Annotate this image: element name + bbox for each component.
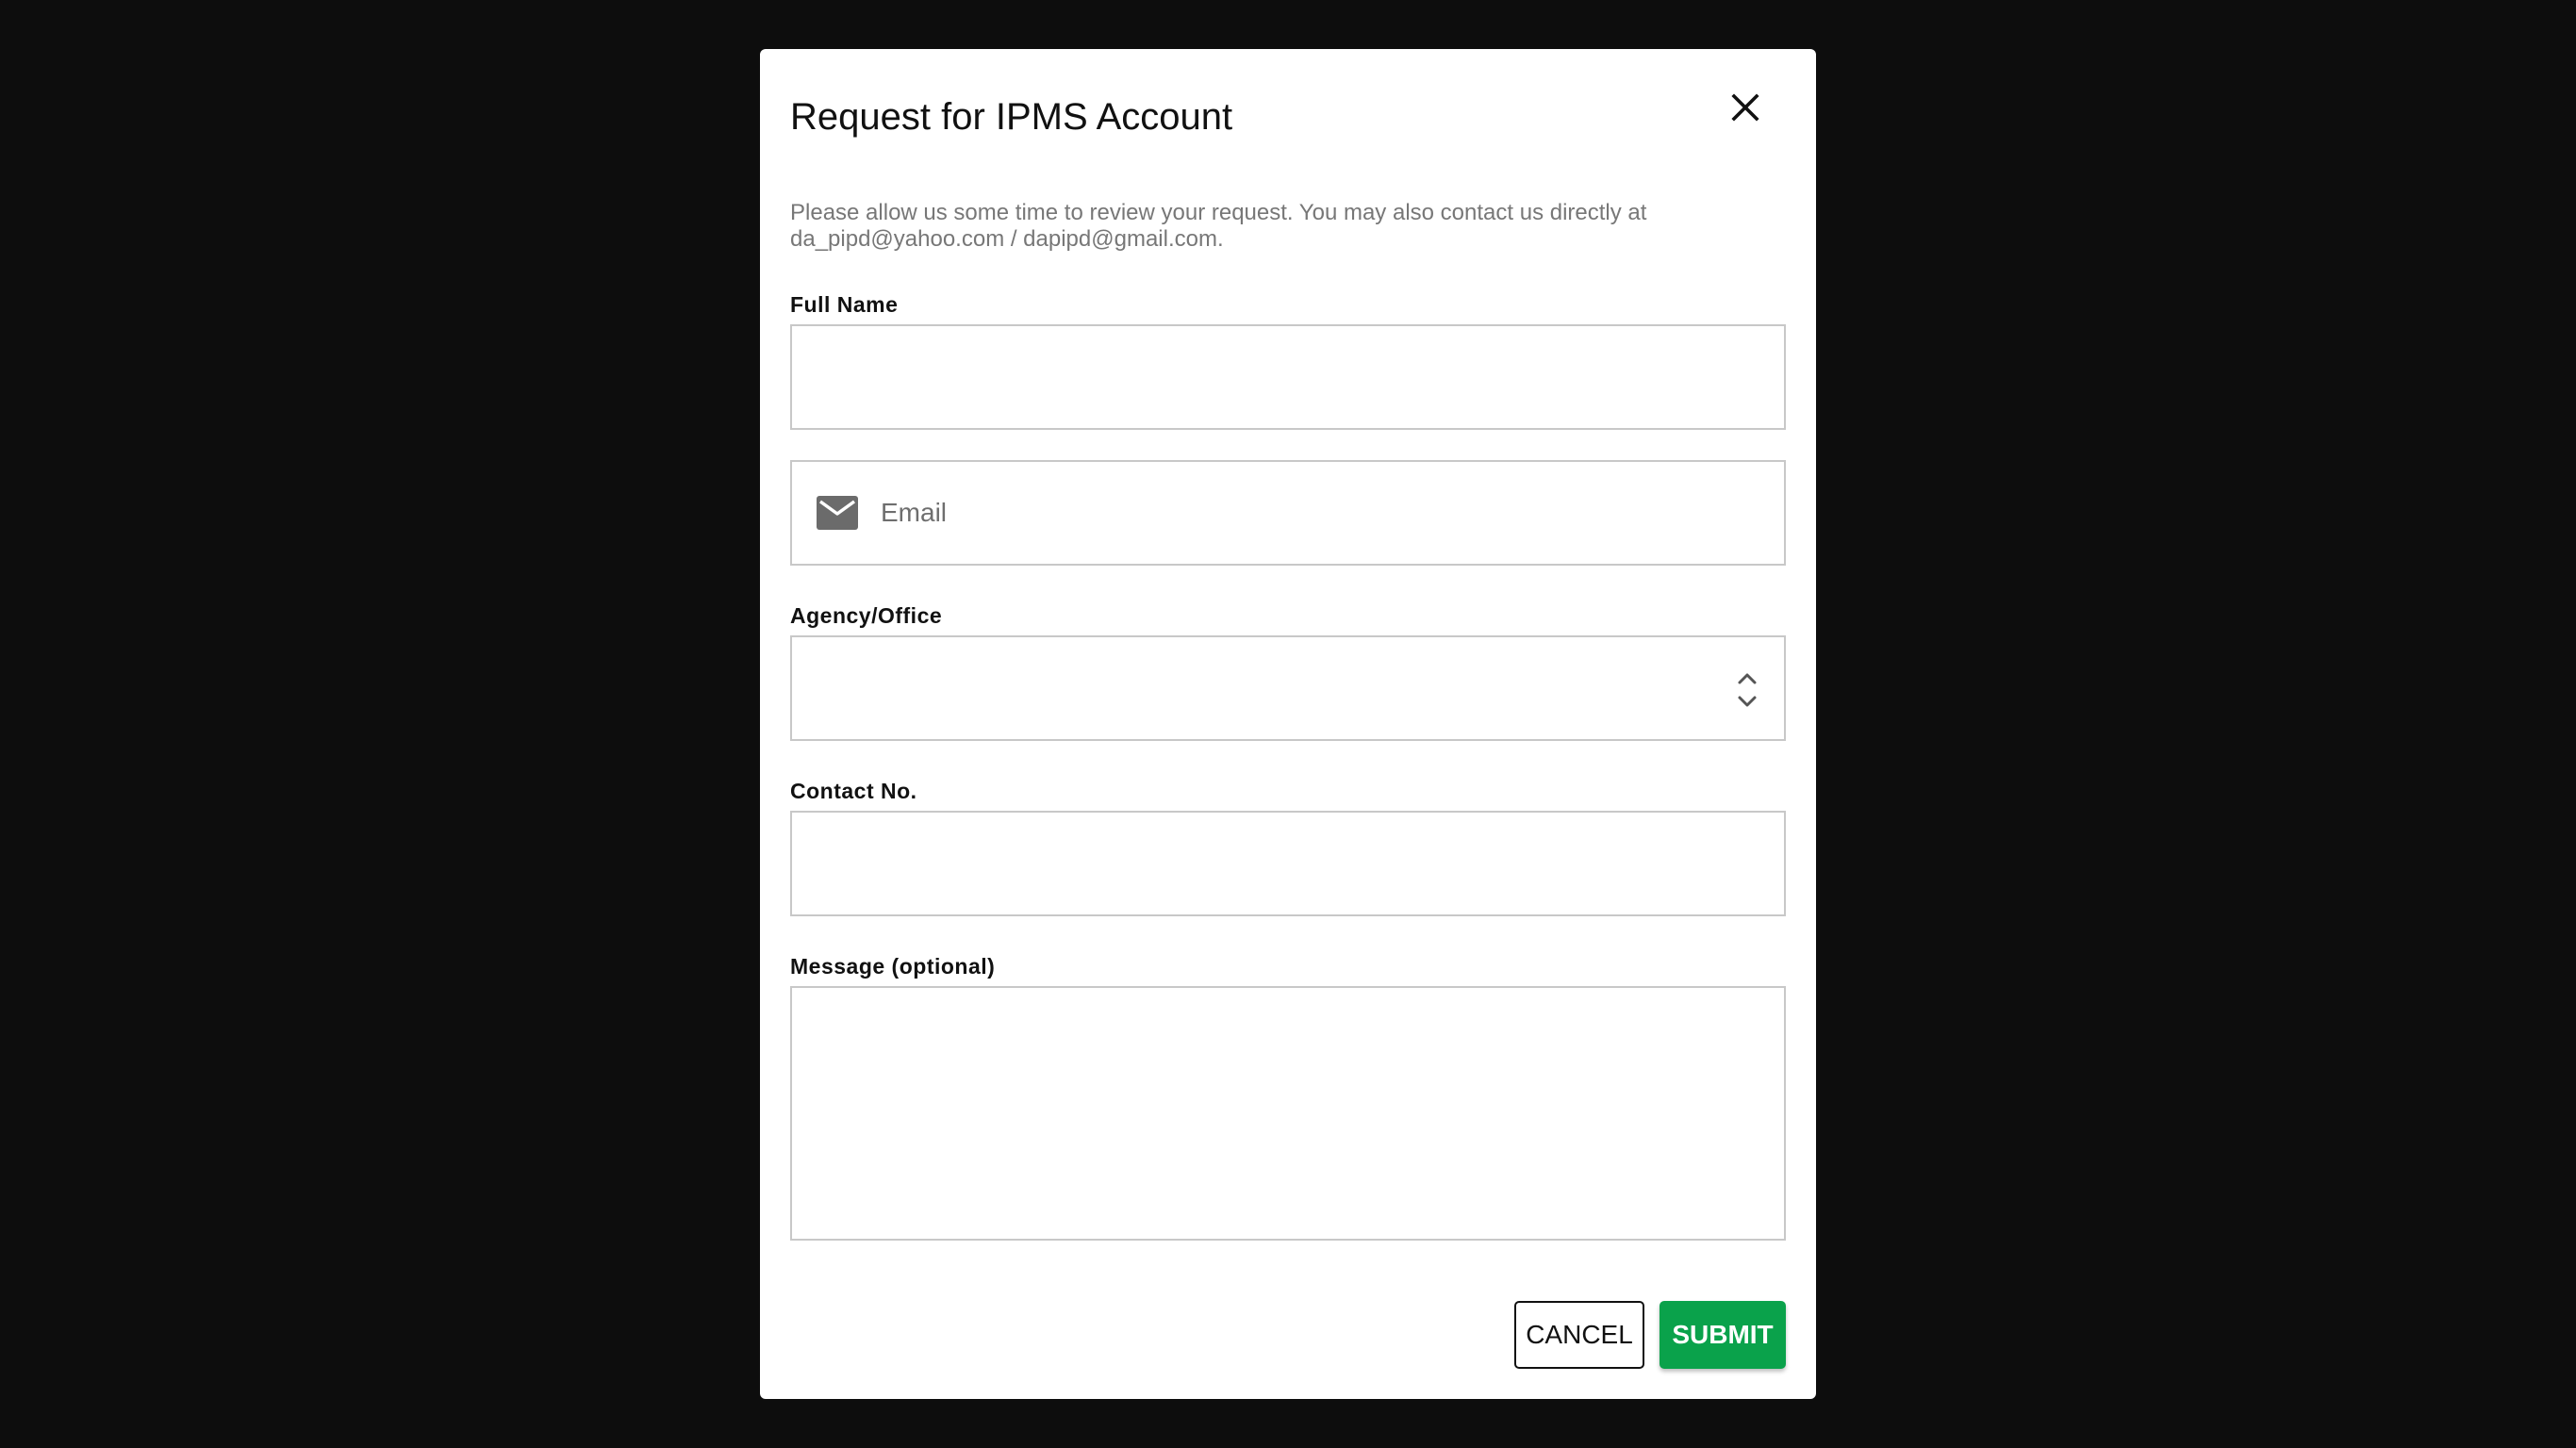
message-label: Message (optional)	[790, 954, 996, 979]
message-textarea[interactable]	[790, 986, 1786, 1241]
close-button[interactable]	[1726, 89, 1764, 126]
request-account-dialog: Request for IPMS Account Please allow us…	[760, 49, 1816, 1399]
mail-icon	[817, 496, 858, 530]
contact-no-input[interactable]	[790, 811, 1786, 916]
agency-office-label: Agency/Office	[790, 603, 943, 628]
full-name-input[interactable]	[790, 324, 1786, 430]
agency-office-select[interactable]	[790, 635, 1786, 741]
intro-line-1: Please allow us some time to review your…	[790, 200, 1647, 225]
intro-line-2: da_pipd@yahoo.com / dapipd@gmail.com.	[790, 226, 1224, 252]
email-placeholder: Email	[881, 498, 948, 527]
dialog-title: Request for IPMS Account	[790, 96, 1233, 138]
dialog-description: Please allow us some time to review your…	[790, 200, 1790, 253]
unfold-icon	[1735, 669, 1759, 711]
contact-no-label: Contact No.	[790, 779, 917, 803]
full-name-label: Full Name	[790, 292, 899, 317]
cancel-button[interactable]: CANCEL	[1514, 1301, 1644, 1369]
submit-button[interactable]: SUBMIT	[1660, 1301, 1786, 1369]
email-field[interactable]: Email	[790, 460, 1786, 566]
close-icon	[1731, 93, 1759, 122]
